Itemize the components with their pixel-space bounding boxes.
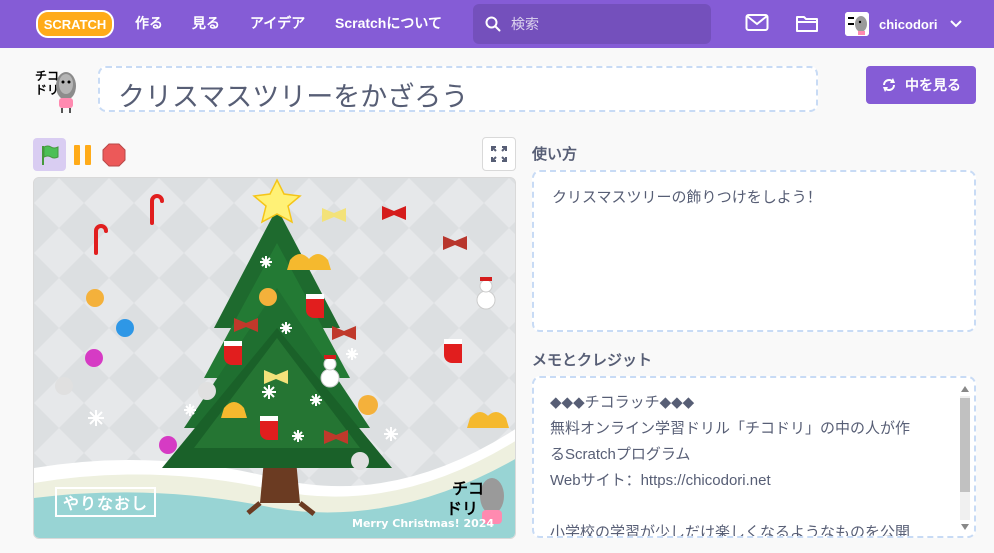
see-inside-label: 中を見る xyxy=(905,77,961,93)
search-input[interactable] xyxy=(511,12,701,36)
notes-line: 無料オンライン学習ドリル「チコドリ」の中の人が作 xyxy=(550,420,911,437)
notes-heading: メモとクレジット xyxy=(532,352,653,369)
stage-canvas[interactable]: チコ ドリ xyxy=(34,178,516,539)
green-flag-button[interactable] xyxy=(33,138,66,171)
fullscreen-button[interactable] xyxy=(482,137,516,171)
notes-text: ◆◆◆チコラッチ◆◆◆ 無料オンライン学習ドリル「チコドリ」の中の人が作 るSc… xyxy=(550,390,950,538)
user-menu[interactable]: chicodori xyxy=(845,12,962,36)
chevron-down-icon xyxy=(949,20,962,28)
notes-line: ◆◆◆チコラッチ◆◆◆ xyxy=(550,394,695,411)
reset-sprite-button[interactable]: やりなおし xyxy=(55,487,157,517)
svg-text:ドリ: ドリ xyxy=(35,83,59,97)
see-inside-button[interactable]: 中を見る xyxy=(866,66,976,104)
scroll-down-icon[interactable] xyxy=(958,522,972,532)
search-icon xyxy=(485,16,501,32)
pause-icon[interactable] xyxy=(71,143,95,167)
svg-text:ドリ: ドリ xyxy=(446,499,478,518)
svg-text:SCRATCH: SCRATCH xyxy=(44,17,107,32)
nav-link-create[interactable]: 作る xyxy=(135,0,163,48)
nav-link-explore[interactable]: 見る xyxy=(192,0,220,48)
notes-line: 小学校の学習が少しだけ楽しくなるようなものを公開 xyxy=(550,524,911,538)
nav-link-ideas[interactable]: アイデア xyxy=(250,0,305,48)
scroll-up-icon[interactable] xyxy=(958,384,972,394)
scroll-thumb[interactable] xyxy=(960,398,970,492)
scratch-logo[interactable]: SCRATCH xyxy=(36,10,114,38)
messages-icon[interactable] xyxy=(745,12,769,34)
avatar xyxy=(845,12,869,36)
instructions-field[interactable]: クリスマスツリーの飾りつけをしよう！ xyxy=(532,170,976,332)
notes-line: Webサイト：https://chicodori.net xyxy=(550,472,771,489)
my-stuff-folder-icon[interactable] xyxy=(795,12,819,34)
nav-link-about[interactable]: Scratchについて xyxy=(335,0,442,48)
fullscreen-icon xyxy=(491,146,507,162)
stage-watermark: チコ xyxy=(452,479,484,498)
remix-arrows-icon xyxy=(883,78,895,92)
project-title: クリスマスツリーをかざろう xyxy=(118,82,469,112)
username: chicodori xyxy=(879,16,938,32)
project-author-avatar[interactable]: チコ ドリ xyxy=(33,66,81,114)
notes-scrollbar[interactable] xyxy=(958,382,972,534)
notes-line xyxy=(550,494,950,520)
stop-icon[interactable] xyxy=(102,143,126,167)
stage-footer-text: Merry Christmas! 2024 xyxy=(352,517,495,530)
search-bar[interactable] xyxy=(473,4,711,44)
svg-text:チコ: チコ xyxy=(35,69,59,83)
notes-line: るScratchプログラム xyxy=(550,446,691,463)
project-stage[interactable]: チコ ドリ xyxy=(33,177,516,539)
instructions-text: クリスマスツリーの飾りつけをしよう！ xyxy=(552,189,822,206)
green-flag-icon xyxy=(41,145,58,165)
top-nav: SCRATCH 作る 見る アイデア Scratchについて 検索 chicod… xyxy=(0,0,994,48)
instructions-heading: 使い方 xyxy=(532,146,578,163)
project-title-field[interactable]: クリスマスツリーをかざろう xyxy=(98,66,818,112)
notes-field[interactable]: ◆◆◆チコラッチ◆◆◆ 無料オンライン学習ドリル「チコドリ」の中の人が作 るSc… xyxy=(532,376,976,538)
